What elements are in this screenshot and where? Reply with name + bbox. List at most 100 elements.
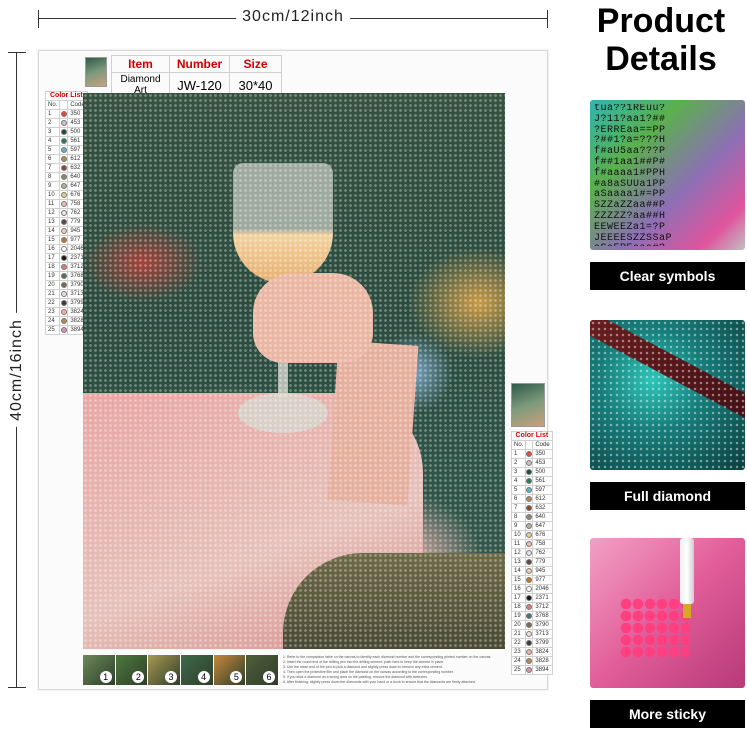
color-row: 3 500 (510, 467, 553, 477)
color-list-title: Color List (45, 91, 88, 101)
feature-more-sticky: More sticky (590, 538, 745, 728)
color-swatch-dot (526, 640, 533, 646)
color-swatch (525, 512, 534, 522)
color-swatch-dot (526, 613, 533, 619)
color-swatch-dot (60, 228, 67, 234)
color-number: 6 (44, 154, 61, 164)
color-list-title: Color List (511, 431, 553, 441)
step-thumbnail: 5 (213, 655, 247, 685)
color-number: 13 (510, 557, 527, 567)
color-row: 3 500 (44, 127, 88, 137)
feature-full-diamond: Full diamond (590, 320, 745, 510)
product-details-title: Product Details (576, 2, 746, 78)
color-row: 6 612 (44, 154, 88, 164)
color-code: 762 (532, 548, 553, 558)
color-row: 1 350 (510, 449, 553, 459)
step-number: 5 (230, 671, 243, 683)
number-header: Number (169, 55, 230, 73)
color-swatch (525, 485, 534, 495)
color-number: 8 (44, 172, 61, 182)
color-row: 2 453 (44, 118, 88, 128)
color-code: 3894 (532, 665, 553, 675)
color-number: 17 (44, 253, 61, 263)
color-code: 3713 (532, 629, 553, 639)
color-code: 2371 (532, 593, 553, 603)
symbol-row: J?11?aa1?## (594, 113, 666, 125)
color-number: 15 (44, 235, 61, 245)
color-swatch-dot (526, 604, 533, 610)
color-swatch (59, 154, 69, 164)
color-swatch-dot (60, 273, 67, 279)
color-row: 17 2371 (44, 253, 88, 263)
color-row: 23 3824 (44, 307, 88, 317)
color-swatch-dot (526, 559, 533, 565)
color-swatch-dot (526, 541, 533, 547)
color-swatch (59, 307, 69, 317)
color-code: 500 (532, 467, 553, 477)
color-code: 3768 (532, 611, 553, 621)
color-code: 3799 (532, 638, 553, 648)
color-code: 640 (532, 512, 553, 522)
step-number: 4 (197, 671, 210, 683)
color-number: 20 (44, 280, 61, 290)
color-code: 3712 (532, 602, 553, 612)
color-swatch (59, 262, 69, 272)
color-number: 19 (510, 611, 527, 621)
step-number: 1 (99, 671, 112, 683)
color-swatch (525, 602, 534, 612)
color-swatch (525, 476, 534, 486)
color-number: 19 (44, 271, 61, 281)
title-line-1: Product (596, 2, 726, 40)
color-swatch-dot (60, 327, 67, 333)
step-thumbnail: 2 (115, 655, 149, 685)
color-row: 10 676 (44, 190, 88, 200)
color-number: 18 (44, 262, 61, 272)
color-code: 945 (532, 566, 553, 576)
color-swatch (59, 253, 69, 263)
color-number: 25 (44, 325, 61, 335)
color-number: 14 (510, 566, 527, 576)
color-row: 12 762 (44, 208, 88, 218)
color-swatch (59, 208, 69, 218)
color-number: 6 (510, 494, 527, 504)
full-diamond-image (590, 320, 745, 470)
color-swatch-dot (526, 667, 533, 673)
color-swatch (525, 584, 534, 594)
color-swatch-dot (526, 469, 533, 475)
color-number: 4 (44, 136, 61, 146)
color-number: 5 (510, 485, 527, 495)
color-number: 3 (510, 467, 527, 477)
color-swatch-dot (526, 658, 533, 664)
color-swatch-dot (60, 129, 67, 135)
color-number: 2 (510, 458, 527, 468)
drill-pen-tip (683, 604, 691, 618)
item-header: Item (111, 55, 170, 73)
step-number: 3 (165, 671, 178, 683)
color-row: 7 632 (44, 163, 88, 173)
color-swatch-dot (526, 595, 533, 601)
color-swatch (525, 629, 534, 639)
color-number: 22 (44, 298, 61, 308)
color-row: 25 3894 (510, 665, 553, 675)
color-code: 453 (532, 458, 553, 468)
header-swatch (59, 100, 69, 110)
color-swatch (525, 494, 534, 504)
symbol-grid: tua??1REuu? J?11?aa1?## ?ERREaa==PP ?##1?a=… (594, 104, 741, 246)
header-no: No. (44, 100, 61, 110)
step-number: 2 (132, 671, 145, 683)
title-line-2: Details (605, 40, 717, 78)
color-number: 14 (44, 226, 61, 236)
color-code: 3828 (532, 656, 553, 666)
color-row: 16 2046 (510, 584, 553, 594)
step-thumbnail: 3 (148, 655, 182, 685)
color-swatch (59, 298, 69, 308)
color-row: 25 3894 (44, 325, 88, 335)
color-row: 9 647 (44, 181, 88, 191)
color-row: 11 758 (510, 539, 553, 549)
color-row: 13 779 (44, 217, 88, 227)
color-swatch-dot (60, 237, 67, 243)
color-row: 7 632 (510, 503, 553, 513)
color-number: 23 (510, 647, 527, 657)
color-number: 10 (510, 530, 527, 540)
color-swatch (525, 647, 534, 657)
